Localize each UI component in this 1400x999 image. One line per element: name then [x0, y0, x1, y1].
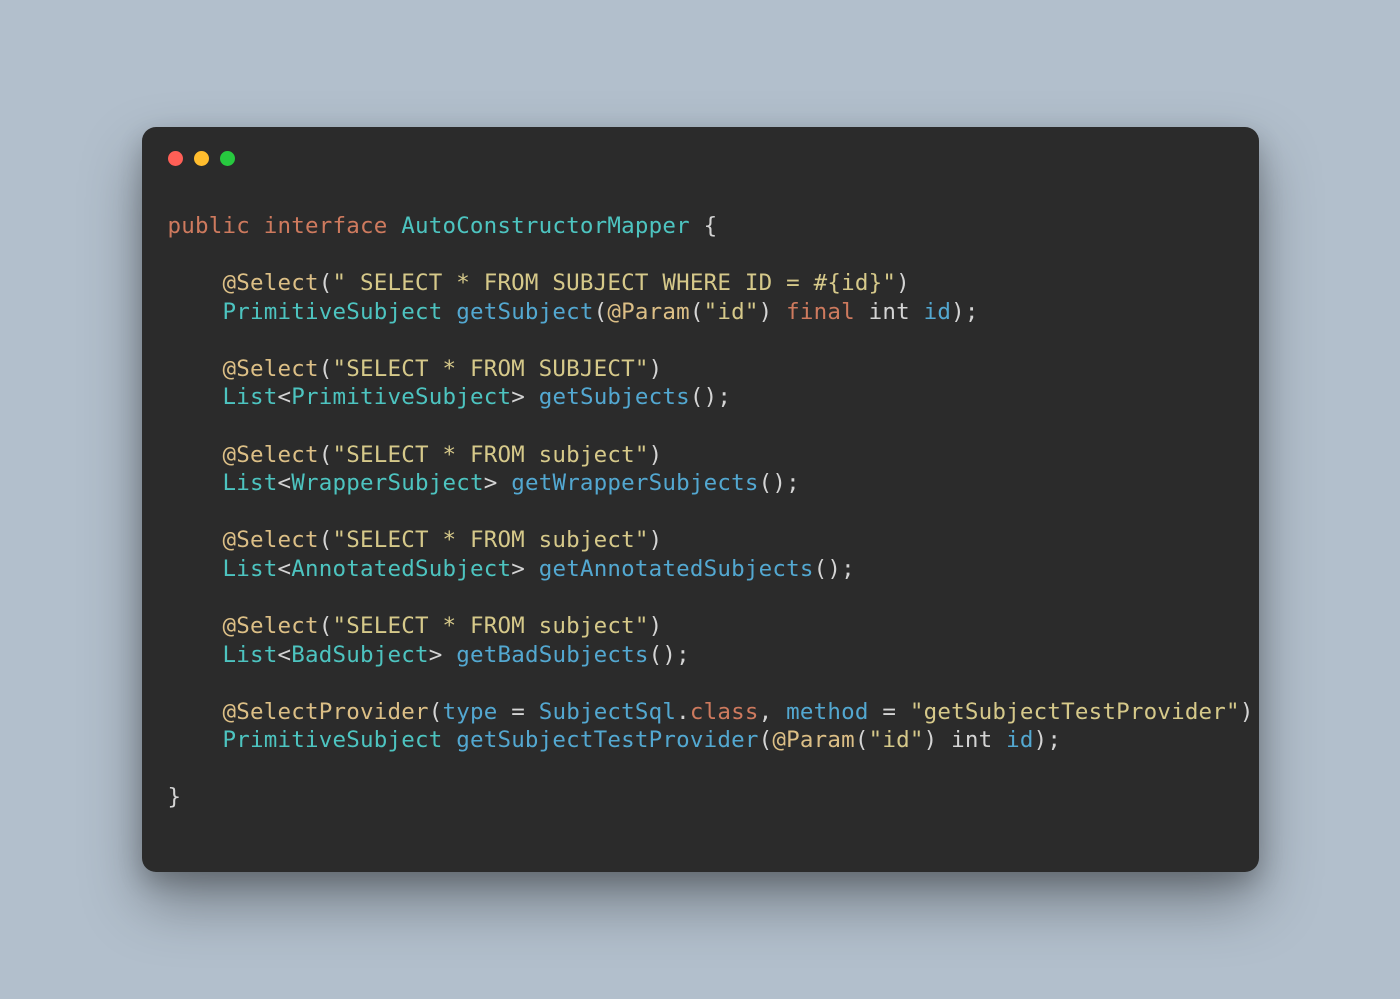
kw-interface: interface: [264, 213, 388, 239]
gt: >: [511, 556, 525, 582]
gt: >: [429, 642, 443, 668]
sig: ();: [649, 642, 690, 668]
minimize-icon[interactable]: [194, 151, 209, 166]
method-name: getAnnotatedSubjects: [539, 556, 814, 582]
maximize-icon[interactable]: [220, 151, 235, 166]
sig: ();: [814, 556, 855, 582]
kw-final: final: [786, 299, 855, 325]
sig: ();: [690, 384, 731, 410]
sql-string: "SELECT * FROM subject": [332, 442, 648, 468]
paren: (: [319, 613, 333, 639]
brace-close: }: [168, 784, 182, 810]
lt: <: [278, 384, 292, 410]
annotation-param: @Param: [772, 727, 854, 753]
paren: (: [429, 699, 443, 725]
window-titlebar: [142, 127, 1259, 176]
return-type: PrimitiveSubject: [223, 299, 443, 325]
return-type: List: [223, 642, 278, 668]
sql-string: "SELECT * FROM SUBJECT": [332, 356, 648, 382]
gt: >: [511, 384, 525, 410]
paren: ): [649, 356, 663, 382]
paren: ): [759, 299, 773, 325]
paren: (: [319, 442, 333, 468]
attr-key: method: [786, 699, 868, 725]
paren: (: [759, 727, 773, 753]
kw-public: public: [168, 213, 250, 239]
lt: <: [278, 642, 292, 668]
method-name: getWrapperSubjects: [511, 470, 758, 496]
paren: (: [319, 356, 333, 382]
annotation-select: @Select: [223, 613, 319, 639]
paren: ): [924, 727, 938, 753]
paren: );: [1034, 727, 1062, 753]
annotation-select: @Select: [223, 270, 319, 296]
sql-string: "SELECT * FROM subject": [332, 527, 648, 553]
type-name: AutoConstructorMapper: [401, 213, 690, 239]
return-type: PrimitiveSubject: [223, 727, 443, 753]
return-type: List: [223, 556, 278, 582]
param-string: "id": [704, 299, 759, 325]
eq: =: [869, 699, 910, 725]
paren: );: [951, 299, 979, 325]
method-name: getSubject: [456, 299, 593, 325]
method-string: "getSubjectTestProvider": [910, 699, 1240, 725]
return-type: List: [223, 384, 278, 410]
param-type: int: [869, 299, 910, 325]
close-icon[interactable]: [168, 151, 183, 166]
annotation-selectprovider: @SelectProvider: [223, 699, 429, 725]
comma: ,: [759, 699, 787, 725]
sig: ();: [759, 470, 800, 496]
paren: (: [594, 299, 608, 325]
sql-string: "SELECT * FROM subject": [332, 613, 648, 639]
paren: ): [649, 442, 663, 468]
paren: (: [319, 270, 333, 296]
param-name: id: [1006, 727, 1034, 753]
generic-type: BadSubject: [291, 642, 428, 668]
lt: <: [278, 556, 292, 582]
attr-key: type: [442, 699, 497, 725]
return-type: List: [223, 470, 278, 496]
generic-type: WrapperSubject: [291, 470, 483, 496]
paren: ): [1240, 699, 1254, 725]
paren: (: [319, 527, 333, 553]
param-type: int: [951, 727, 992, 753]
kw-class: class: [690, 699, 759, 725]
paren: ): [649, 613, 663, 639]
method-name: getBadSubjects: [456, 642, 648, 668]
code-block: public interface AutoConstructorMapper {…: [142, 176, 1259, 872]
annotation-param: @Param: [607, 299, 689, 325]
paren: ): [896, 270, 910, 296]
paren: (: [855, 727, 869, 753]
generic-type: PrimitiveSubject: [291, 384, 511, 410]
paren: (: [690, 299, 704, 325]
dot: .: [676, 699, 690, 725]
brace-open: {: [690, 213, 718, 239]
class-ref: SubjectSql: [539, 699, 676, 725]
sql-string: " SELECT * FROM SUBJECT WHERE ID = #{id}…: [332, 270, 896, 296]
param-name: id: [924, 299, 952, 325]
paren: ): [649, 527, 663, 553]
annotation-select: @Select: [223, 356, 319, 382]
annotation-select: @Select: [223, 442, 319, 468]
gt: >: [484, 470, 498, 496]
annotation-select: @Select: [223, 527, 319, 553]
method-name: getSubjectTestProvider: [456, 727, 758, 753]
generic-type: AnnotatedSubject: [291, 556, 511, 582]
eq: =: [497, 699, 538, 725]
lt: <: [278, 470, 292, 496]
code-window: public interface AutoConstructorMapper {…: [142, 127, 1259, 872]
param-string: "id": [869, 727, 924, 753]
method-name: getSubjects: [539, 384, 690, 410]
